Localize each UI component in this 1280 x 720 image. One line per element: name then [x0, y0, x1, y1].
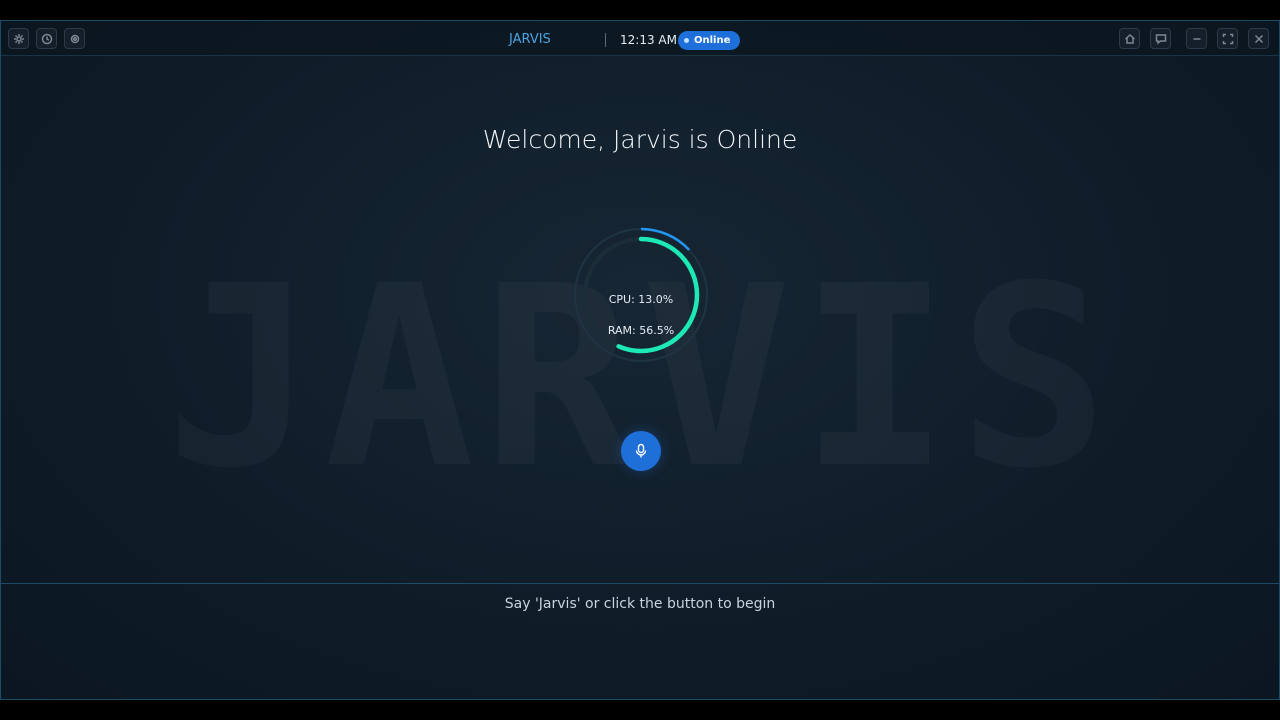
history-icon[interactable]: [36, 28, 57, 49]
microphone-button[interactable]: [621, 431, 661, 471]
home-icon[interactable]: [1119, 28, 1140, 49]
clock: 12:13 AM: [620, 33, 677, 47]
close-icon[interactable]: [1248, 28, 1269, 49]
voice-hint: Say 'Jarvis' or click the button to begi…: [504, 596, 776, 612]
app-window: JARVIS JARVIS 12:13 AM Online: [0, 20, 1280, 700]
chat-icon[interactable]: [1150, 28, 1171, 49]
status-dot-icon: [684, 38, 689, 43]
settings-icon[interactable]: [8, 28, 29, 49]
title-bar: JARVIS 12:13 AM Online: [1, 21, 1279, 56]
camera-icon[interactable]: [64, 28, 85, 49]
status-badge: Online: [678, 31, 740, 50]
minimize-icon[interactable]: [1186, 28, 1207, 49]
maximize-icon[interactable]: [1217, 28, 1238, 49]
status-label: Online: [694, 35, 731, 46]
system-usage-gauge: CPU: 13.0% RAM: 56.5%: [571, 225, 711, 365]
footer-divider: [1, 583, 1279, 584]
title-separator: [605, 33, 606, 47]
cpu-label: CPU: 13.0%: [608, 293, 674, 306]
app-title: JARVIS: [509, 32, 551, 47]
welcome-heading: Welcome, Jarvis is Online: [482, 125, 798, 154]
ram-label: RAM: 56.5%: [607, 324, 675, 337]
microphone-icon: [635, 443, 647, 458]
